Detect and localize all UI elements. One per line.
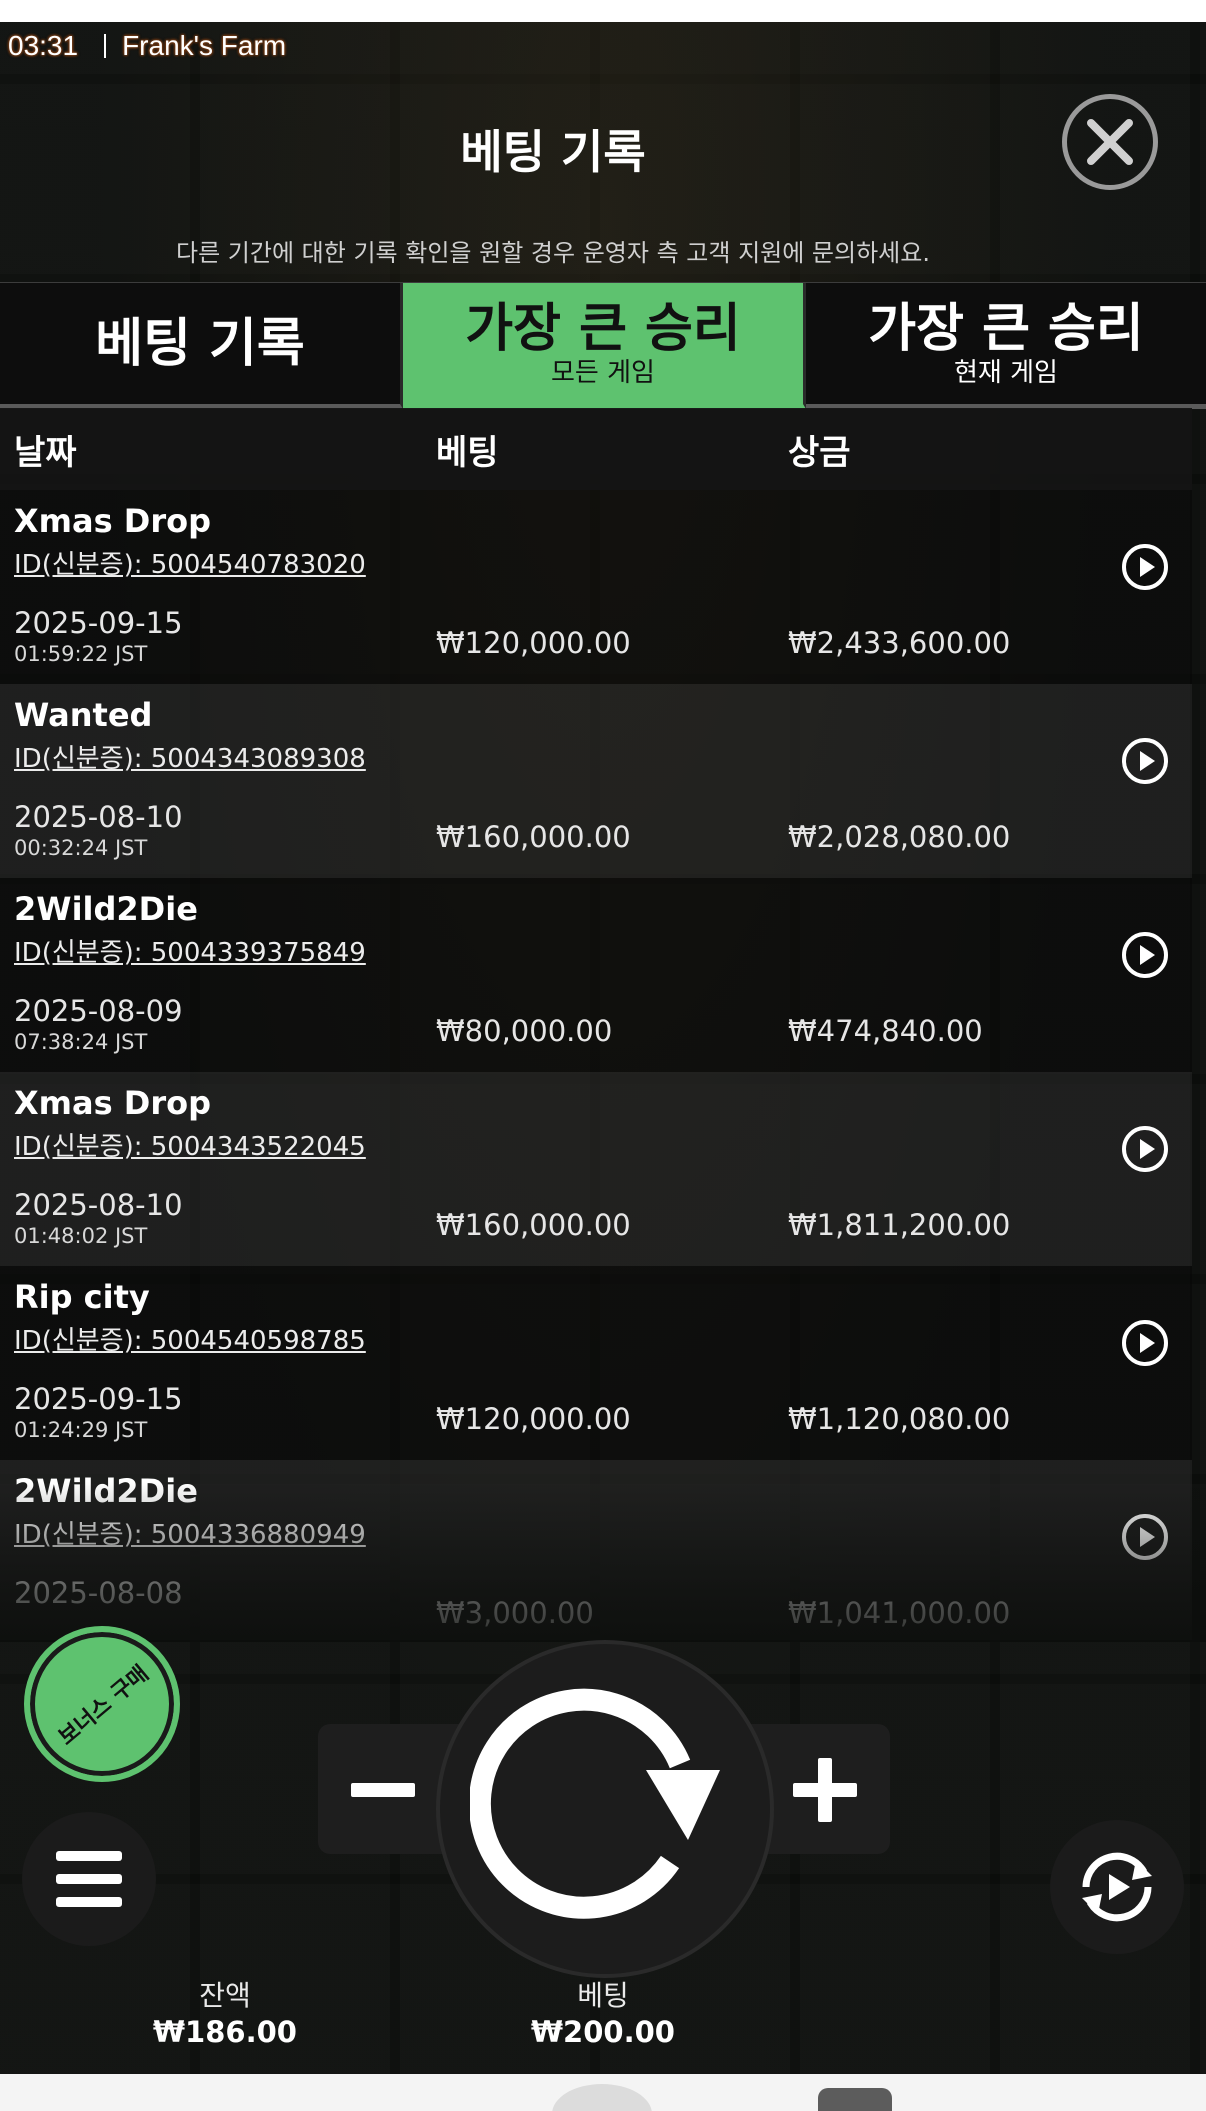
modal-title: 베팅 기록 (460, 125, 646, 179)
spin-button[interactable] (440, 1644, 770, 1974)
decrease-bet-button[interactable] (328, 1742, 438, 1838)
row-date: 2025-09-15 (14, 1382, 183, 1416)
system-nav-bar (0, 2074, 1206, 2111)
balance-label: 잔액 (199, 1979, 251, 2012)
balance-value: ₩186.00 (153, 2015, 297, 2049)
bet-label: 베팅 (577, 1979, 629, 2012)
row-win: ₩1,041,000.00 (788, 1596, 1011, 1630)
bet-value: ₩200.00 (531, 2015, 675, 2049)
tab-label: 가장 큰 승리 (868, 298, 1144, 359)
bet-display: 베팅 ₩200.00 (508, 1978, 698, 2050)
history-row: Xmas Drop ID(신분증): 5004343522045 2025-08… (0, 1072, 1192, 1266)
plus-icon (793, 1758, 857, 1822)
nav-home-button[interactable] (552, 2084, 652, 2111)
play-icon[interactable] (1120, 1512, 1170, 1562)
row-date: 2025-09-15 (14, 606, 183, 640)
row-bet: ₩120,000.00 (436, 626, 631, 660)
autoplay-icon (1082, 1852, 1152, 1922)
play-icon[interactable] (1120, 1318, 1170, 1368)
spin-icon (470, 1688, 720, 1919)
play-icon[interactable] (1120, 930, 1170, 980)
clock: 03:31 (8, 30, 79, 61)
round-id-link[interactable]: ID(신분증): 5004540783020 (14, 544, 366, 581)
round-id-link[interactable]: ID(신분증): 5004540598785 (14, 1320, 366, 1357)
game-name: Wanted (14, 696, 153, 734)
row-time: 00:32:24 JST (14, 836, 148, 860)
row-time: 01:24:29 JST (14, 1418, 148, 1442)
row-time: 01:59:22 JST (14, 642, 148, 666)
tab-sublabel: 현재 게임 (954, 357, 1058, 388)
round-id-link[interactable]: ID(신분증): 5004336880949 (14, 1514, 366, 1551)
game-name: Xmas Drop (14, 502, 212, 540)
play-icon[interactable] (1120, 1124, 1170, 1174)
history-row: Wanted ID(신분증): 5004343089308 2025-08-10… (0, 684, 1192, 878)
header-bet: 베팅 (436, 432, 499, 473)
tab-biggest-wins-all-games[interactable]: 가장 큰 승리 모든 게임 (403, 283, 806, 409)
row-time: 07:38:24 JST (14, 1030, 148, 1054)
game-name: 2Wild2Die (14, 1472, 198, 1510)
nav-recents-button[interactable] (818, 2088, 892, 2111)
tab-label: 베팅 기록 (95, 313, 305, 374)
autoplay-button[interactable] (1050, 1820, 1184, 1954)
menu-button[interactable] (22, 1812, 156, 1946)
row-bet: ₩160,000.00 (436, 1208, 631, 1242)
row-bet: ₩3,000.00 (436, 1596, 594, 1630)
status-separator (104, 34, 107, 58)
round-id-link[interactable]: ID(신분증): 5004343522045 (14, 1126, 366, 1163)
increase-bet-button[interactable] (770, 1742, 880, 1838)
bonus-buy-button[interactable]: 보너스 구매 (24, 1626, 180, 1782)
row-win: ₩474,840.00 (788, 1014, 983, 1048)
round-id-link[interactable]: ID(신분증): 5004339375849 (14, 932, 366, 969)
history-row: 2Wild2Die ID(신분증): 5004336880949 2025-08… (0, 1460, 1192, 1640)
round-id-link[interactable]: ID(신분증): 5004343089308 (14, 738, 366, 775)
tab-sublabel: 모든 게임 (551, 357, 655, 388)
history-tabs: 베팅 기록 가장 큰 승리 모든 게임 가장 큰 승리 현재 게임 (0, 282, 1206, 409)
game-name: Rip city (14, 1278, 150, 1316)
game-name: Xmas Drop (14, 1084, 212, 1122)
row-date: 2025-08-08 (14, 1576, 183, 1610)
history-list[interactable]: Xmas Drop ID(신분증): 5004540783020 2025-09… (0, 490, 1192, 1640)
row-date: 2025-08-10 (14, 800, 183, 834)
close-button[interactable] (1062, 94, 1158, 190)
header-win: 상금 (788, 432, 851, 473)
row-bet: ₩80,000.00 (436, 1014, 613, 1048)
tab-label: 가장 큰 승리 (465, 298, 741, 359)
row-win: ₩1,120,080.00 (788, 1402, 1011, 1436)
game-name: 2Wild2Die (14, 890, 198, 928)
row-date: 2025-08-10 (14, 1188, 183, 1222)
menu-icon (56, 1851, 122, 1907)
bonus-buy-label: 보너스 구매 (53, 1661, 154, 1751)
balance-display: 잔액 ₩186.00 (130, 1978, 320, 2050)
row-time: 01:48:02 JST (14, 1224, 148, 1248)
play-icon[interactable] (1120, 736, 1170, 786)
row-date: 2025-08-09 (14, 994, 183, 1028)
modal-subtitle: 다른 기간에 대한 기록 확인을 원할 경우 운영자 측 고객 지원에 문의하세… (176, 239, 930, 267)
header-date: 날짜 (14, 432, 77, 473)
table-header: 날짜 베팅 상금 (0, 408, 1192, 490)
game-screen: 03:31 Frank's Farm 베팅 기록 다른 기간에 대한 기록 확인… (0, 22, 1206, 2074)
history-row: Xmas Drop ID(신분증): 5004540783020 2025-09… (0, 490, 1192, 684)
history-row: 2Wild2Die ID(신분증): 5004339375849 2025-08… (0, 878, 1192, 1072)
tab-bet-history[interactable]: 베팅 기록 (0, 283, 403, 409)
row-win: ₩2,028,080.00 (788, 820, 1011, 854)
row-win: ₩1,811,200.00 (788, 1208, 1011, 1242)
row-bet: ₩120,000.00 (436, 1402, 631, 1436)
close-icon (1087, 119, 1133, 165)
status-strip: 03:31 Frank's Farm (8, 30, 286, 62)
row-win: ₩2,433,600.00 (788, 626, 1011, 660)
tab-biggest-wins-current-game[interactable]: 가장 큰 승리 현재 게임 (806, 283, 1206, 409)
play-icon[interactable] (1120, 542, 1170, 592)
minus-icon (351, 1783, 415, 1797)
game-title: Frank's Farm (122, 30, 287, 61)
row-bet: ₩160,000.00 (436, 820, 631, 854)
history-row: Rip city ID(신분증): 5004540598785 2025-09-… (0, 1266, 1192, 1460)
